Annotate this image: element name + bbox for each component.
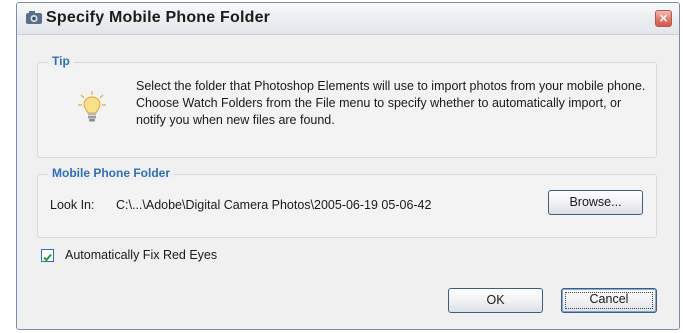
focus-ring [565, 292, 653, 309]
close-button[interactable]: × [655, 10, 672, 27]
ok-button[interactable]: OK [448, 288, 543, 313]
auto-fix-red-eyes-label[interactable]: Automatically Fix Red Eyes [65, 248, 217, 262]
title-bar[interactable]: Specify Mobile Phone Folder × [17, 3, 679, 35]
dialog-window: Specify Mobile Phone Folder × Tip Select… [16, 2, 680, 330]
window-title: Specify Mobile Phone Folder [46, 9, 271, 26]
look-in-label: Look In: [50, 198, 95, 212]
folder-path: C:\...\Adobe\Digital Camera Photos\2005-… [116, 198, 432, 212]
checkmark-icon [43, 253, 52, 262]
browse-button[interactable]: Browse... [548, 190, 643, 215]
tip-text: Select the folder that Photoshop Element… [136, 79, 646, 127]
tip-group: Tip Select the folder that Photoshop Ele… [37, 54, 657, 158]
folder-legend: Mobile Phone Folder [48, 166, 175, 180]
app-icon [25, 10, 43, 25]
cancel-button[interactable]: Cancel [561, 288, 657, 313]
auto-fix-red-eyes-checkbox[interactable] [41, 249, 54, 262]
dialog-body: Tip Select the folder that Photoshop Ele… [17, 35, 679, 329]
mobile-phone-folder-group: Mobile Phone Folder Look In: C:\...\Adob… [37, 166, 657, 238]
tip-legend: Tip [48, 54, 74, 68]
close-icon: × [658, 11, 669, 25]
lightbulb-icon [78, 91, 106, 125]
